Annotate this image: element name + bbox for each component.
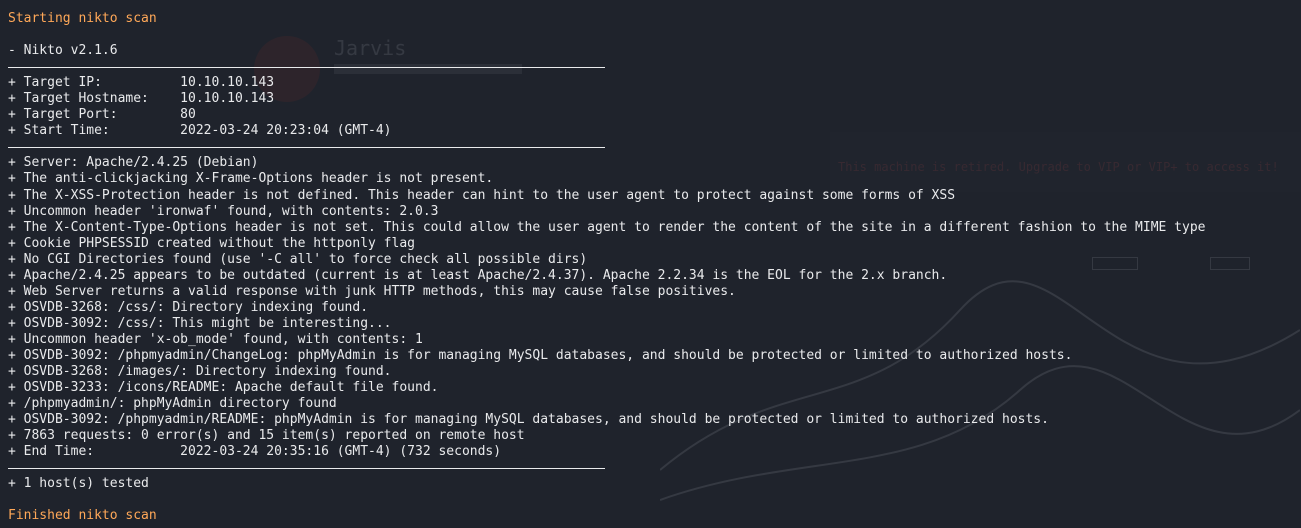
- finding-line: + OSVDB-3268: /css/: Directory indexing …: [8, 299, 369, 315]
- finding-line: + Uncommon header 'ironwaf' found, with …: [8, 203, 439, 219]
- separator: [8, 139, 1301, 155]
- hosts-tested-line: + 1 host(s) tested: [8, 476, 149, 492]
- finding-line: + The anti-clickjacking X-Frame-Options …: [8, 171, 494, 187]
- finding-line: + OSVDB-3092: /phpmyadmin/ChangeLog: php…: [8, 347, 1073, 363]
- scan-finish-status: Finished nikto scan: [8, 508, 157, 524]
- finding-line: + OSVDB-3268: /images/: Directory indexi…: [8, 364, 392, 380]
- finding-line: + Server: Apache/2.4.25 (Debian): [8, 155, 259, 171]
- finding-line: + OSVDB-3092: /css/: This might be inter…: [8, 315, 392, 331]
- finding-line: + The X-Content-Type-Options header is n…: [8, 219, 1206, 235]
- finding-line: + Uncommon header 'x-ob_mode' found, wit…: [8, 331, 423, 347]
- target-ip-line: + Target IP: 10.10.10.143: [8, 75, 275, 91]
- finding-line: + OSVDB-3092: /phpmyadmin/README: phpMyA…: [8, 412, 1049, 428]
- finding-line: + No CGI Directories found (use '-C all'…: [8, 251, 588, 267]
- finding-line: + Web Server returns a valid response wi…: [8, 283, 736, 299]
- finding-line: + Apache/2.4.25 appears to be outdated (…: [8, 267, 948, 283]
- target-hostname-line: + Target Hostname: 10.10.10.143: [8, 91, 275, 107]
- target-port-line: + Target Port: 80: [8, 107, 196, 123]
- finding-line: + Cookie PHPSESSID created without the h…: [8, 235, 415, 251]
- nikto-version: - Nikto v2.1.6: [8, 43, 118, 59]
- separator: [8, 460, 1301, 476]
- separator: [8, 59, 1301, 75]
- start-time-line: + Start Time: 2022-03-24 20:23:04 (GMT-4…: [8, 123, 392, 139]
- end-time-line: + End Time: 2022-03-24 20:35:16 (GMT-4) …: [8, 444, 502, 460]
- finding-line: + OSVDB-3233: /icons/README: Apache defa…: [8, 380, 439, 396]
- target-info: + Target IP: 10.10.10.143 + Target Hostn…: [8, 75, 1301, 139]
- scan-start-status: Starting nikto scan: [8, 11, 157, 26]
- finding-line: + /phpmyadmin/: phpMyAdmin directory fou…: [8, 396, 337, 412]
- finding-line: + The X-XSS-Protection header is not def…: [8, 187, 956, 203]
- findings-list: + Server: Apache/2.4.25 (Debian) + The a…: [8, 155, 1301, 460]
- finding-line: + 7863 requests: 0 error(s) and 15 item(…: [8, 428, 525, 444]
- terminal-output: Starting nikto scan - Nikto v2.1.6 + Tar…: [8, 11, 1301, 525]
